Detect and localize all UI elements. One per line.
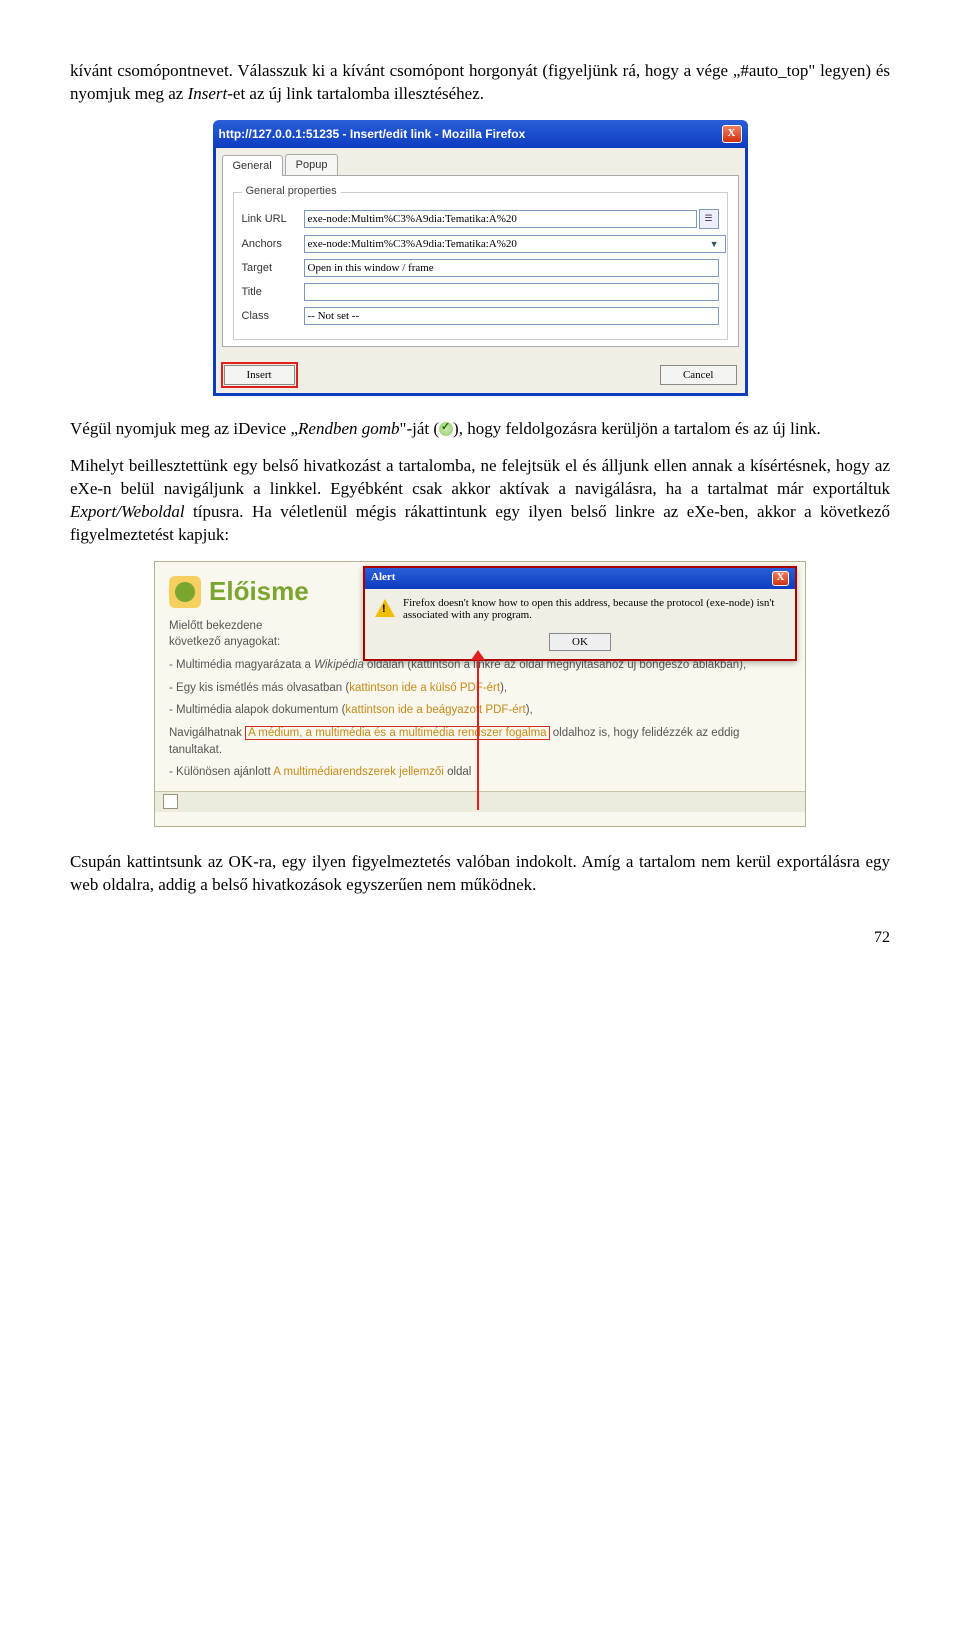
dialog-titlebar: http://127.0.0.1:51235 - Insert/edit lin… <box>213 120 748 148</box>
text-italic: Export/Weboldal <box>70 502 185 521</box>
row-target: Target <box>242 259 719 277</box>
alert-body: Firefox doesn't know how to open this ad… <box>365 589 795 629</box>
text: Végül nyomjuk meg az iDevice „ <box>70 419 298 438</box>
close-icon[interactable]: X <box>772 571 789 586</box>
row-title: Title <box>242 283 719 301</box>
link-text[interactable]: kattintson ide a beágyazott PDF-ért <box>345 704 525 716</box>
text-italic: Rendben gomb <box>298 419 400 438</box>
chevron-down-icon[interactable]: ▼ <box>710 239 719 249</box>
close-icon[interactable]: X <box>722 125 742 143</box>
alert-titlebar: Alert X <box>365 568 795 589</box>
general-properties-fieldset: General properties Link URL ☰ Anchors ▼ … <box>233 192 728 340</box>
text: "-ját ( <box>400 419 440 438</box>
text: Mihelyt beillesztettünk egy belső hivatk… <box>70 456 890 498</box>
text: - Multimédia alapok dokumentum ( <box>169 704 345 716</box>
text: - Különösen ajánlott <box>169 766 273 778</box>
content-line: - Egy kis ismétlés más olvasatban (katti… <box>169 680 791 697</box>
paragraph-2: Végül nyomjuk meg az iDevice „Rendben go… <box>70 418 890 441</box>
ok-button[interactable]: OK <box>549 633 611 651</box>
fieldset-legend: General properties <box>242 185 341 197</box>
dialog-title: http://127.0.0.1:51235 - Insert/edit lin… <box>219 127 526 141</box>
link-text-highlighted[interactable]: A médium, a multimédia és a multimédia r… <box>245 726 550 740</box>
firefox-alert-dialog: Alert X Firefox doesn't know how to open… <box>363 566 797 661</box>
link-text[interactable]: A multimédiarendszerek jellemzői <box>273 766 444 778</box>
paragraph-1: kívánt csomópontnevet. Válasszuk ki a kí… <box>70 60 890 106</box>
tab-popup[interactable]: Popup <box>285 154 339 175</box>
exe-preview-body: Előisme Alert X Firefox doesn't know how… <box>155 562 805 826</box>
exe-preview-screenshot: Előisme Alert X Firefox doesn't know how… <box>154 561 806 827</box>
dialog-button-row: Insert Cancel <box>224 365 737 385</box>
target-select[interactable] <box>304 259 719 277</box>
row-anchors: Anchors ▼ <box>242 235 719 253</box>
text: - Multimédia magyarázata a <box>169 659 314 671</box>
class-select[interactable] <box>304 307 719 325</box>
tab-strip: General Popup <box>222 154 739 176</box>
insert-button[interactable]: Insert <box>224 365 295 385</box>
tab-general[interactable]: General <box>222 155 283 176</box>
checkbox-icon[interactable] <box>163 794 178 809</box>
text: - Egy kis ismétlés más olvasatban ( <box>169 682 349 694</box>
content-line: - Különösen ajánlott A multimédiarendsze… <box>169 764 791 781</box>
label-target: Target <box>242 262 304 274</box>
text-italic: Insert <box>188 84 228 103</box>
warning-icon <box>375 599 395 617</box>
cancel-button[interactable]: Cancel <box>660 365 737 385</box>
paragraph-3: Mihelyt beillesztettünk egy belső hivatk… <box>70 455 890 547</box>
content-line: Navigálhatnak A médium, a multimédia és … <box>169 725 791 758</box>
text: ), <box>500 682 507 694</box>
alert-button-row: OK <box>365 629 795 659</box>
title-input[interactable] <box>304 283 719 301</box>
tab-panel: General properties Link URL ☰ Anchors ▼ … <box>222 176 739 347</box>
text: -et az új link tartalomba illesztéséhez. <box>227 84 484 103</box>
browse-icon[interactable]: ☰ <box>699 209 719 229</box>
alert-title: Alert <box>371 571 395 586</box>
label-class: Class <box>242 310 304 322</box>
anchors-input[interactable] <box>304 235 726 253</box>
page-number: 72 <box>70 927 890 949</box>
label-link-url: Link URL <box>242 213 304 225</box>
footer-band <box>155 791 805 812</box>
text: következő anyagokat: <box>169 636 280 648</box>
text: típusra. Ha véletlenül mégis rákattintun… <box>70 502 890 544</box>
book-icon <box>169 576 201 608</box>
text: Navigálhatnak <box>169 727 245 739</box>
label-title: Title <box>242 286 304 298</box>
checkmark-icon <box>439 422 453 436</box>
text: ), <box>526 704 533 716</box>
text: Mielőtt bekezdene <box>169 620 262 632</box>
arrow-line <box>477 656 479 810</box>
paragraph-4: Csupán kattintsunk az OK-ra, egy ilyen f… <box>70 851 890 897</box>
alert-message: Firefox doesn't know how to open this ad… <box>403 597 785 621</box>
dialog-body: General Popup General properties Link UR… <box>213 148 748 396</box>
text: ), hogy feldolgozásra kerüljön a tartalo… <box>453 419 821 438</box>
row-link-url: Link URL ☰ <box>242 209 719 229</box>
content-line: - Multimédia alapok dokumentum (kattints… <box>169 702 791 719</box>
text-italic: Wikipédia <box>314 659 364 671</box>
link-url-input[interactable] <box>304 210 697 228</box>
row-class: Class <box>242 307 719 325</box>
heading-text: Előisme <box>209 576 309 607</box>
text: oldalán (kattintson a linkre az oldal me… <box>364 659 746 671</box>
text: oldal <box>444 766 472 778</box>
insert-link-dialog: http://127.0.0.1:51235 - Insert/edit lin… <box>213 120 748 396</box>
label-anchors: Anchors <box>242 238 304 250</box>
